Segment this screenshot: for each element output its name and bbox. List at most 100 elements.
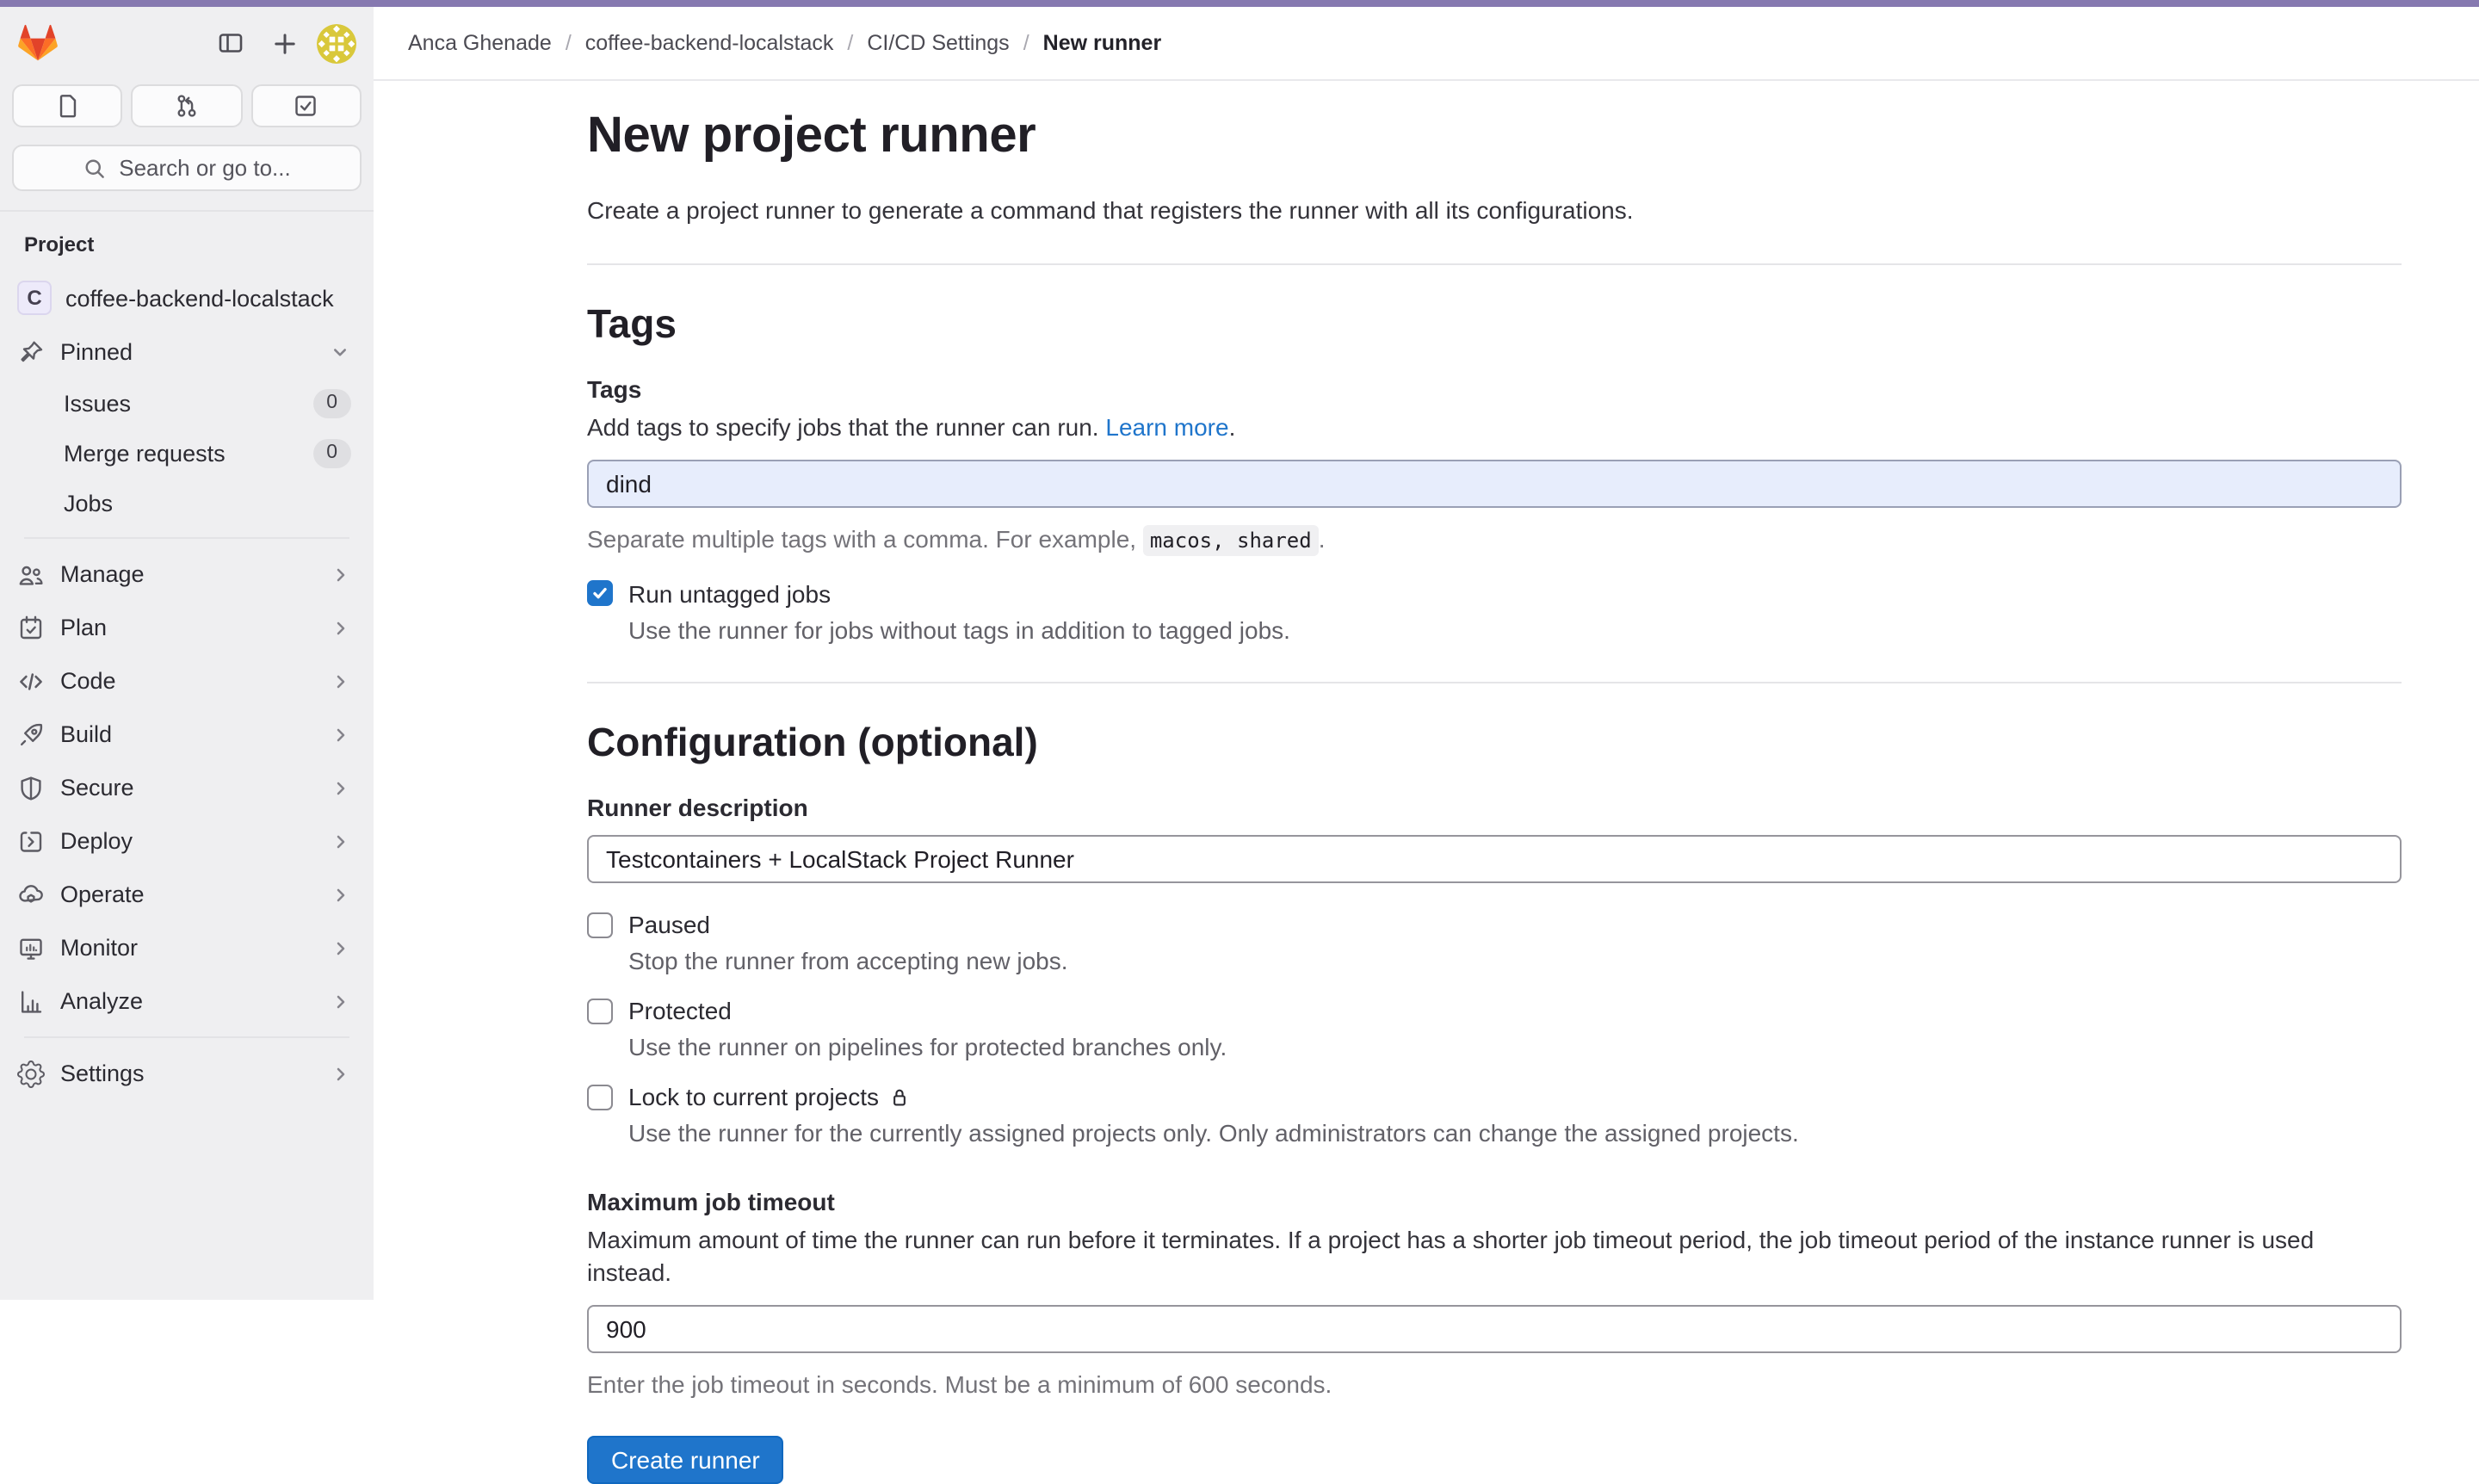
sidebar-collapse-button[interactable] (210, 22, 251, 64)
users-icon (17, 560, 45, 588)
search-icon (83, 156, 107, 180)
tags-label: Tags (587, 375, 2402, 403)
top-accent-bar (0, 0, 2479, 7)
breadcrumb-item-user[interactable]: Anca Ghenade (408, 31, 552, 55)
calendar-check-icon (17, 614, 45, 641)
sidebar-item-code[interactable]: Code (12, 654, 362, 708)
tags-description-text: Add tags to specify jobs that the runner… (587, 413, 1105, 441)
create-new-button[interactable] (263, 22, 305, 64)
chevron-down-icon (329, 341, 351, 363)
sidebar-item-issues[interactable]: Issues 0 (12, 379, 362, 429)
todo-shortcut-button[interactable] (250, 84, 362, 127)
sidebar-item-operate[interactable]: Operate (12, 868, 362, 921)
main-area: Anca Ghenade / coffee-backend-localstack… (374, 7, 2479, 1300)
sidebar-item-label: Pinned (60, 339, 133, 365)
page-subtitle: Create a project runner to generate a co… (587, 194, 2402, 229)
sidebar-item-monitor[interactable]: Monitor (12, 921, 362, 974)
lock-label[interactable]: Lock to current projects (628, 1083, 910, 1110)
sidebar: Search or go to... Project C coffee-back… (0, 7, 374, 1300)
learn-more-link[interactable]: Learn more (1105, 413, 1228, 441)
create-runner-button[interactable]: Create runner (587, 1436, 784, 1484)
sidebar-item-analyze[interactable]: Analyze (12, 974, 362, 1028)
search-placeholder: Search or go to... (119, 155, 290, 181)
code-icon (17, 667, 45, 695)
chart-icon (17, 987, 45, 1015)
merge-requests-count-badge: 0 (312, 439, 351, 468)
sidebar-item-plan[interactable]: Plan (12, 601, 362, 654)
protected-label[interactable]: Protected (628, 997, 732, 1024)
sidebar-divider (24, 1036, 349, 1038)
user-avatar[interactable] (317, 23, 356, 63)
run-untagged-label[interactable]: Run untagged jobs (628, 579, 831, 607)
breadcrumb-item-project[interactable]: coffee-backend-localstack (585, 31, 834, 55)
breadcrumb: Anca Ghenade / coffee-backend-localstack… (374, 7, 2479, 81)
tags-description: Add tags to specify jobs that the runner… (587, 411, 2402, 445)
sidebar-item-label: Merge requests (64, 441, 226, 467)
checkmark-icon (590, 584, 609, 603)
lock-help: Use the runner for the currently assigne… (628, 1117, 2402, 1150)
shield-icon (17, 774, 45, 801)
sidebar-item-jobs[interactable]: Jobs (12, 479, 362, 529)
chevron-right-icon (331, 617, 351, 638)
chevron-right-icon (331, 831, 351, 851)
merge-request-icon (174, 93, 200, 119)
task-check-icon (294, 93, 319, 119)
breadcrumb-item-new-runner: New runner (1043, 31, 1162, 55)
breadcrumb-item-cicd-settings[interactable]: CI/CD Settings (867, 31, 1009, 55)
protected-group: Protected Use the runner on pipelines fo… (587, 997, 2402, 1064)
project-avatar: C (17, 281, 52, 315)
chevron-right-icon (331, 777, 351, 798)
timeout-description: Maximum amount of time the runner can ru… (587, 1224, 2402, 1291)
tags-input[interactable] (587, 459, 2402, 507)
sidebar-project-item[interactable]: C coffee-backend-localstack (12, 270, 362, 325)
sidebar-item-secure[interactable]: Secure (12, 761, 362, 814)
page-title: New project runner (587, 105, 2402, 168)
sidebar-item-build[interactable]: Build (12, 708, 362, 761)
tags-hint-code: macos, shared (1143, 524, 1319, 555)
sidebar-item-manage[interactable]: Manage (12, 547, 362, 601)
plus-icon (269, 28, 299, 58)
paused-help: Stop the runner from accepting new jobs. (628, 945, 2402, 978)
paused-label[interactable]: Paused (628, 911, 710, 938)
timeout-input[interactable] (587, 1305, 2402, 1353)
breadcrumb-separator: / (566, 31, 572, 55)
sidebar-item-label: Analyze (60, 988, 143, 1014)
protected-help: Use the runner on pipelines for protecte… (628, 1031, 2402, 1064)
runner-description-input[interactable] (587, 835, 2402, 883)
lock-checkbox[interactable] (587, 1084, 613, 1110)
tags-hint-period: . (1319, 524, 1326, 552)
search-button[interactable]: Search or go to... (12, 145, 362, 191)
merge-request-shortcut-button[interactable] (132, 84, 243, 127)
sidebar-item-merge-requests[interactable]: Merge requests 0 (12, 429, 362, 479)
section-divider (587, 681, 2402, 683)
runner-description-label: Runner description (587, 794, 2402, 821)
paused-checkbox[interactable] (587, 912, 613, 937)
sidebar-item-label: Manage (60, 561, 145, 587)
chevron-right-icon (331, 724, 351, 745)
run-untagged-checkbox[interactable] (587, 580, 613, 606)
sidebar-item-label: Settings (60, 1060, 145, 1086)
sidebar-header-actions (210, 22, 356, 64)
run-untagged-help: Use the runner for jobs without tags in … (628, 614, 2402, 646)
configuration-section-heading: Configuration (optional) (587, 719, 2402, 766)
layout: Search or go to... Project C coffee-back… (0, 7, 2479, 1300)
run-untagged-group: Run untagged jobs Use the runner for job… (587, 579, 2402, 646)
tags-hint-text: Separate multiple tags with a comma. For… (587, 524, 1143, 552)
project-name: coffee-backend-localstack (65, 285, 334, 311)
chevron-right-icon (331, 991, 351, 1011)
issues-count-badge: 0 (312, 389, 351, 418)
tags-hint: Separate multiple tags with a comma. For… (587, 524, 2402, 552)
protected-checkbox[interactable] (587, 998, 613, 1023)
gitlab-logo[interactable] (17, 23, 59, 63)
sidebar-shortcuts (0, 64, 374, 127)
sidebar-item-deploy[interactable]: Deploy (12, 814, 362, 868)
sidebar-item-pinned[interactable]: Pinned (12, 325, 362, 379)
sidebar-item-label: Issues (64, 391, 131, 417)
sidebar-item-settings[interactable]: Settings (12, 1047, 362, 1100)
pin-icon (17, 338, 45, 366)
issues-shortcut-button[interactable] (12, 84, 123, 127)
sidebar-item-label: Deploy (60, 828, 133, 854)
section-divider (587, 263, 2402, 264)
sidebar-item-label: Jobs (64, 491, 113, 516)
lock-icon (887, 1085, 910, 1108)
